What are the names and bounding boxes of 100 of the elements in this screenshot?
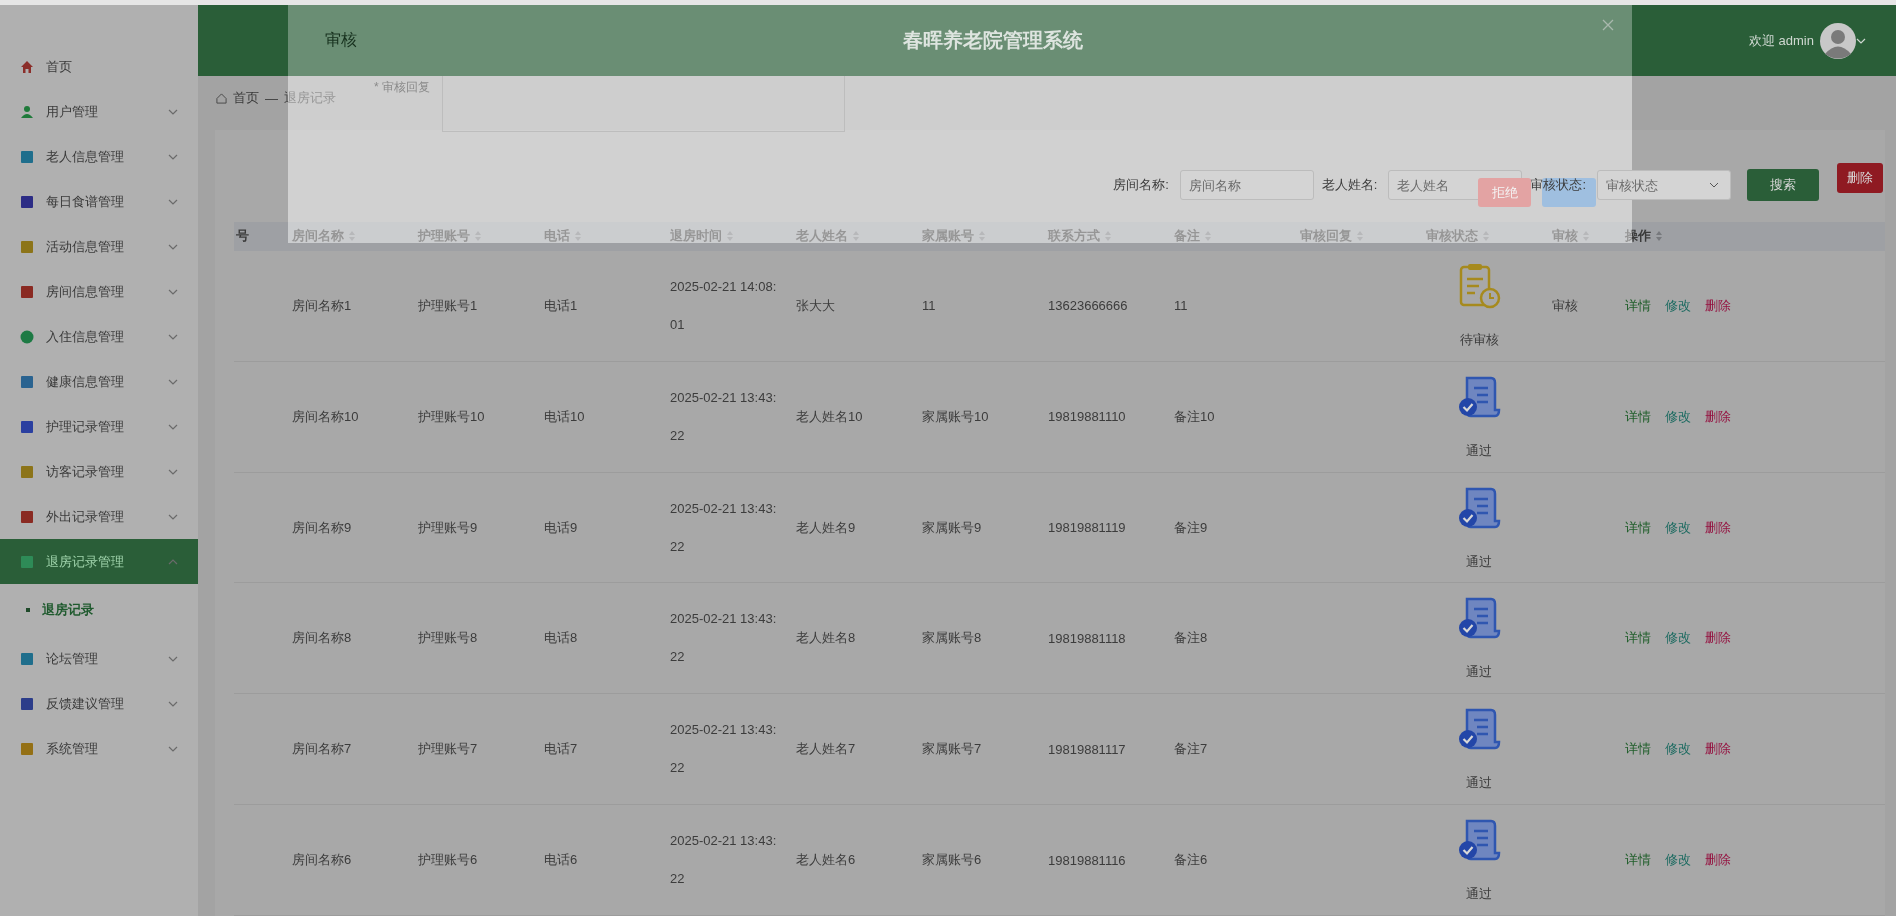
column-header[interactable]: 审核 bbox=[1552, 227, 1578, 246]
sidebar-item[interactable]: 退房记录管理 bbox=[0, 539, 198, 584]
action-link[interactable]: 详情 bbox=[1625, 740, 1651, 759]
avatar[interactable] bbox=[1820, 22, 1856, 59]
app-title: 春晖养老院管理系统 bbox=[903, 28, 1084, 53]
select-field[interactable]: 审核状态 bbox=[1597, 170, 1731, 201]
sidebar-item[interactable]: 房间信息管理 bbox=[0, 269, 198, 314]
action-link[interactable]: 修改 bbox=[1665, 296, 1691, 315]
review-link[interactable]: 审核 bbox=[1552, 297, 1578, 313]
column-header[interactable]: 号 bbox=[236, 227, 249, 246]
breadcrumb-link[interactable]: 首页 bbox=[233, 89, 259, 107]
table-cell: 房间名称6 bbox=[292, 852, 352, 868]
sort-icon[interactable] bbox=[1356, 230, 1364, 243]
column-header[interactable]: 审核状态 bbox=[1426, 227, 1478, 246]
table-cell-text: 2025-02-21 13:43:22 bbox=[670, 388, 778, 445]
sort-icon[interactable] bbox=[1655, 230, 1663, 243]
column-header[interactable]: 备注 bbox=[1174, 227, 1200, 246]
sidebar-item[interactable]: 健康信息管理 bbox=[0, 359, 198, 404]
column-header[interactable]: 电话 bbox=[544, 227, 570, 246]
table-cell: 13623666666 bbox=[1048, 298, 1128, 314]
home-icon[interactable] bbox=[216, 92, 227, 104]
column-header[interactable]: 房间名称 bbox=[292, 227, 344, 246]
column-header[interactable]: 退房时间 bbox=[670, 227, 722, 246]
action-link[interactable]: 删除 bbox=[1705, 740, 1731, 759]
sidebar-item[interactable]: 用户管理 bbox=[0, 89, 198, 134]
action-link[interactable]: 删除 bbox=[1705, 518, 1731, 537]
action-link[interactable]: 删除 bbox=[1705, 407, 1731, 426]
delete-button[interactable]: 删除 bbox=[1837, 163, 1883, 193]
table-cell: 房间名称10 bbox=[292, 408, 359, 424]
sidebar-item[interactable]: 访客记录管理 bbox=[0, 449, 198, 494]
confirm-button[interactable] bbox=[1542, 178, 1596, 207]
status-label: 通过 bbox=[1466, 441, 1492, 460]
sidebar-item[interactable]: 反馈建议管理 bbox=[0, 681, 198, 726]
action-link[interactable]: 详情 bbox=[1625, 851, 1651, 870]
table-cell: 备注10 bbox=[1174, 408, 1215, 424]
action-link[interactable]: 删除 bbox=[1705, 296, 1731, 315]
table-cell: 护理账号1 bbox=[418, 297, 478, 313]
table-cell: 备注7 bbox=[1174, 741, 1208, 757]
sort-icon[interactable] bbox=[726, 230, 734, 243]
table-cell: 备注6 bbox=[1174, 852, 1208, 868]
chevron-icon[interactable] bbox=[1709, 182, 1719, 189]
table-cell-text: 2025-02-21 13:43:22 bbox=[670, 499, 778, 556]
dialog-title: 审核 bbox=[325, 30, 357, 50]
sort-icon[interactable] bbox=[1104, 230, 1112, 243]
table-cell: 房间名称9 bbox=[292, 519, 352, 535]
status-label: 通过 bbox=[1466, 552, 1492, 571]
column-header[interactable]: 操作 bbox=[1625, 227, 1651, 246]
sort-icon[interactable] bbox=[978, 230, 986, 243]
action-link[interactable]: 详情 bbox=[1625, 407, 1651, 426]
input-field[interactable]: 房间名称 bbox=[1179, 170, 1314, 201]
sidebar-item[interactable]: 论坛管理 bbox=[0, 636, 198, 681]
action-link[interactable]: 修改 bbox=[1665, 740, 1691, 759]
sidebar-item[interactable]: 活动信息管理 bbox=[0, 224, 198, 269]
column-header[interactable]: 老人姓名 bbox=[796, 227, 848, 246]
column-header[interactable]: 联系方式 bbox=[1048, 227, 1100, 246]
column-header[interactable]: 家属账号 bbox=[922, 227, 974, 246]
column-header[interactable]: 审核回复 bbox=[1300, 227, 1352, 246]
action-link[interactable]: 修改 bbox=[1665, 518, 1691, 537]
table-cell: 护理账号9 bbox=[418, 519, 478, 535]
table-cell: 家属账号8 bbox=[922, 630, 982, 646]
sort-icon[interactable] bbox=[1482, 230, 1490, 243]
action-link[interactable]: 详情 bbox=[1625, 629, 1651, 648]
sidebar-item[interactable]: 每日食谱管理 bbox=[0, 179, 198, 224]
sort-icon[interactable] bbox=[474, 230, 482, 243]
table-cell: 老人姓名8 bbox=[796, 630, 856, 646]
table-cell: 备注8 bbox=[1174, 630, 1208, 646]
sort-icon[interactable] bbox=[574, 230, 582, 243]
reply-textarea[interactable] bbox=[442, 76, 845, 132]
close-icon[interactable] bbox=[1602, 19, 1614, 31]
sidebar-item[interactable]: 入住信息管理 bbox=[0, 314, 198, 359]
search-button[interactable]: 搜索 bbox=[1747, 169, 1819, 202]
sidebar-item[interactable]: 护理记录管理 bbox=[0, 404, 198, 449]
action-link[interactable]: 修改 bbox=[1665, 629, 1691, 648]
table-cell: 护理账号8 bbox=[418, 630, 478, 646]
sidebar-item[interactable]: 首页 bbox=[0, 44, 198, 89]
sidebar-item[interactable]: 老人信息管理 bbox=[0, 134, 198, 179]
sort-icon[interactable] bbox=[1582, 230, 1590, 243]
breadcrumb-separator: — bbox=[265, 90, 278, 106]
action-link[interactable]: 修改 bbox=[1665, 407, 1691, 426]
field-label: 房间名称: bbox=[1113, 176, 1169, 195]
submenu-item[interactable]: 退房记录 bbox=[0, 584, 198, 636]
table-cell: 11 bbox=[1174, 298, 1188, 314]
action-link[interactable]: 删除 bbox=[1705, 851, 1731, 870]
sort-icon[interactable] bbox=[852, 230, 860, 243]
clipboard-clock-icon bbox=[1457, 262, 1501, 309]
table-cell: 老人姓名10 bbox=[796, 408, 863, 424]
sidebar-item[interactable]: 外出记录管理 bbox=[0, 494, 198, 539]
sort-icon[interactable] bbox=[1204, 230, 1212, 243]
action-link[interactable]: 详情 bbox=[1625, 518, 1651, 537]
column-header[interactable]: 护理账号 bbox=[418, 227, 470, 246]
field-label: 老人姓名: bbox=[1321, 176, 1378, 195]
reject-button[interactable]: 拒绝 bbox=[1478, 178, 1531, 207]
action-link[interactable]: 修改 bbox=[1665, 851, 1691, 870]
action-link[interactable]: 删除 bbox=[1705, 629, 1731, 648]
sidebar-item[interactable]: 系统管理 bbox=[0, 726, 198, 771]
table-cell: 电话7 bbox=[544, 741, 578, 757]
table-cell: 19819881119 bbox=[1048, 520, 1126, 536]
sort-icon[interactable] bbox=[348, 230, 356, 243]
table-cell: 老人姓名7 bbox=[796, 741, 856, 757]
action-link[interactable]: 详情 bbox=[1625, 296, 1651, 315]
